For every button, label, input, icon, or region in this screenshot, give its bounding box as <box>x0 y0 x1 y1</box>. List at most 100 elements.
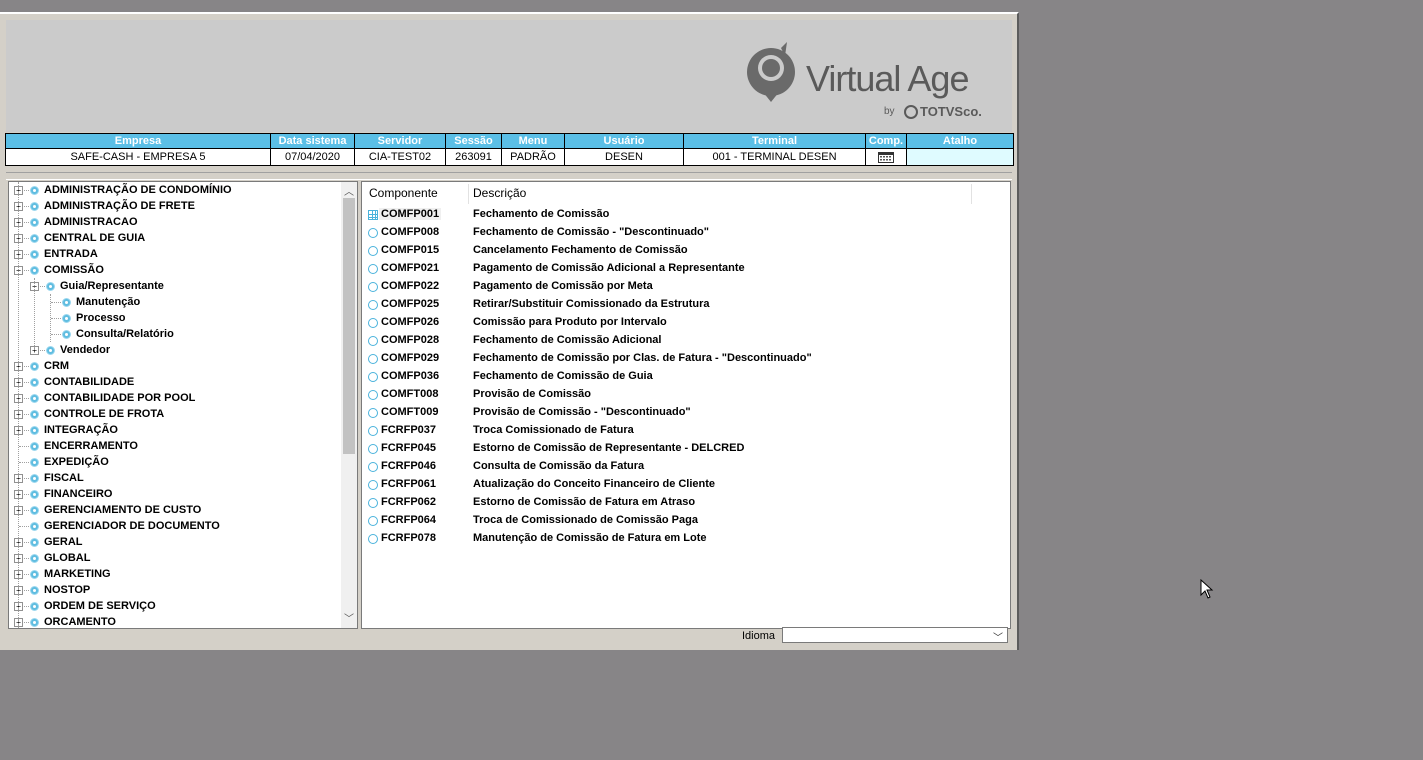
tree-item[interactable]: CONTABILIDADE <box>44 374 134 390</box>
tree-item[interactable]: ADMINISTRAÇÃO DE FRETE <box>44 198 195 214</box>
component-code: COMFP001 <box>379 208 442 220</box>
list-row[interactable]: COMFP026 Comissão para Produto por Interv… <box>362 314 1002 332</box>
menu-tree[interactable]: + ADMINISTRAÇÃO DE CONDOMÍNIO + ADMINISTRAÇ… <box>8 181 358 629</box>
tree-item[interactable]: INTEGRAÇÃO <box>44 422 118 438</box>
component-description: Fechamento de Comissão - "Descontinuado" <box>473 226 709 238</box>
idioma-label: Idioma <box>742 630 776 642</box>
info-header-row: Empresa Data sistema Servidor Sessão Men… <box>5 133 1014 149</box>
component-description: Retirar/Substituir Comissionado da Estru… <box>473 298 710 310</box>
tree-item[interactable]: Manutenção <box>76 294 140 310</box>
column-header-descricao[interactable]: Descrição <box>473 186 526 200</box>
list-row[interactable]: COMFP029 Fechamento de Comissão por Clas.… <box>362 350 1002 368</box>
list-row[interactable]: COMFP022 Pagamento de Comissão por Meta <box>362 278 1002 296</box>
list-row[interactable]: COMFP028 Fechamento de Comissão Adicional <box>362 332 1002 350</box>
tree-item[interactable]: FISCAL <box>44 470 84 486</box>
tree-item[interactable]: CRM <box>44 358 69 374</box>
tree-item[interactable]: ENTRADA <box>44 246 98 262</box>
list-row[interactable]: FCRFP064 Troca de Comissionado de Comissã… <box>362 512 1002 530</box>
component-description: Comissão para Produto por Intervalo <box>473 316 667 328</box>
tree-item[interactable]: CONTROLE DE FROTA <box>44 406 164 422</box>
ring-icon <box>368 282 378 292</box>
totvs-text: TOTVSco. <box>920 104 982 119</box>
component-code: COMFP022 <box>381 280 440 292</box>
tree-item[interactable]: Processo <box>76 310 126 326</box>
tree-item[interactable]: Consulta/Relatório <box>76 326 174 342</box>
info-value-row: SAFE-CASH - EMPRESA 5 07/04/2020 CIA-TES… <box>5 148 1014 166</box>
tree-scrollbar[interactable]: ︿ ﹀ <box>341 182 357 628</box>
tree-node-icon <box>30 570 39 579</box>
tree-item[interactable]: ADMINISTRACAO <box>44 214 138 230</box>
list-row[interactable]: COMFP021 Pagamento de Comissão Adicional … <box>362 260 1002 278</box>
tree-item[interactable]: GERENCIAMENTO DE CUSTO <box>44 502 201 518</box>
ring-icon <box>368 462 378 472</box>
list-row[interactable]: COMFP001 Fechamento de Comissão <box>362 206 1002 224</box>
component-code: COMFP025 <box>381 298 440 310</box>
component-code: COMFP036 <box>381 370 440 382</box>
tree-connector <box>34 278 35 350</box>
list-row[interactable]: FCRFP062 Estorno de Comissão de Fatura em… <box>362 494 1002 512</box>
tree-node-icon <box>62 314 71 323</box>
value-usuario: DESEN <box>564 148 684 166</box>
ring-icon <box>368 336 378 346</box>
scroll-down-icon[interactable]: ﹀ <box>344 610 354 625</box>
component-description: Provisão de Comissão <box>473 388 591 400</box>
tree-item[interactable]: ADMINISTRAÇÃO DE CONDOMÍNIO <box>44 182 232 198</box>
tree-item[interactable]: GLOBAL <box>44 550 90 566</box>
tree-item[interactable]: Vendedor <box>60 342 110 358</box>
totvs-logo: TOTVSco. <box>904 104 982 119</box>
mouse-cursor-icon <box>1200 579 1214 599</box>
list-row[interactable]: FCRFP037 Troca Comissionado de Fatura <box>362 422 1002 440</box>
component-code: COMFT008 <box>381 388 439 400</box>
column-header-componente[interactable]: Componente <box>369 186 438 200</box>
list-row[interactable]: COMFT009 Provisão de Comissão - "Desconti… <box>362 404 1002 422</box>
tree-node-icon <box>46 282 55 291</box>
tree-item[interactable]: EXPEDIÇÃO <box>44 454 109 470</box>
component-code: COMFP008 <box>381 226 440 238</box>
component-description: Fechamento de Comissão por Clas. de Fatu… <box>473 352 812 364</box>
idioma-select[interactable]: ﹀ <box>782 627 1008 644</box>
component-description: Pagamento de Comissão Adicional a Repres… <box>473 262 745 274</box>
list-row[interactable]: COMFP025 Retirar/Substituir Comissionado … <box>362 296 1002 314</box>
column-divider <box>468 184 469 204</box>
list-row[interactable]: FCRFP061 Atualização do Conceito Financei… <box>362 476 1002 494</box>
tree-item[interactable]: CENTRAL DE GUIA <box>44 230 145 246</box>
list-row[interactable]: FCRFP046 Consulta de Comissão da Fatura <box>362 458 1002 476</box>
ring-icon <box>368 498 378 508</box>
list-row[interactable]: FCRFP078 Manutenção de Comissão de Fatura… <box>362 530 1002 548</box>
tree-item[interactable]: GERAL <box>44 534 83 550</box>
chevron-down-icon[interactable]: ﹀ <box>993 629 1003 644</box>
tree-item[interactable]: ORCAMENTO <box>44 614 116 628</box>
scroll-up-icon[interactable]: ︿ <box>344 183 354 198</box>
ring-icon <box>368 228 378 238</box>
tree-item[interactable]: MARKETING <box>44 566 111 582</box>
list-row[interactable]: FCRFP045 Estorno de Comissão de Represent… <box>362 440 1002 458</box>
tree-item[interactable]: ENCERRAMENTO <box>44 438 138 454</box>
tree-node-icon <box>30 618 39 627</box>
header-terminal: Terminal <box>683 133 866 149</box>
tree-connector <box>18 182 19 628</box>
component-code: COMFP026 <box>381 316 440 328</box>
list-row[interactable]: COMFP015 Cancelamento Fechamento de Comis… <box>362 242 1002 260</box>
ring-icon <box>368 534 378 544</box>
tree-node-icon <box>30 186 39 195</box>
component-code: COMFP028 <box>381 334 440 346</box>
tree-item[interactable]: GERENCIADOR DE DOCUMENTO <box>44 518 220 534</box>
tree-node-icon <box>30 378 39 387</box>
tree-node-icon <box>30 218 39 227</box>
list-row[interactable]: COMFT008 Provisão de Comissão <box>362 386 1002 404</box>
tree-node-icon <box>62 330 71 339</box>
ring-icon <box>368 264 378 274</box>
scroll-thumb[interactable] <box>343 198 355 454</box>
tree-item[interactable]: FINANCEIRO <box>44 486 112 502</box>
atalho-input[interactable] <box>906 148 1014 166</box>
tree-item[interactable]: ORDEM DE SERVIÇO <box>44 598 156 614</box>
comp-calendar-button[interactable] <box>865 148 907 166</box>
tree-item[interactable]: Guia/Representante <box>60 278 164 294</box>
component-description: Atualização do Conceito Financeiro de Cl… <box>473 478 716 490</box>
list-row[interactable]: COMFP036 Fechamento de Comissão de Guia <box>362 368 1002 386</box>
tree-item[interactable]: NOSTOP <box>44 582 90 598</box>
list-row[interactable]: COMFP008 Fechamento de Comissão - "Descon… <box>362 224 1002 242</box>
value-empresa: SAFE-CASH - EMPRESA 5 <box>5 148 271 166</box>
tree-item[interactable]: COMISSÃO <box>44 262 104 278</box>
tree-item[interactable]: CONTABILIDADE POR POOL <box>44 390 195 406</box>
